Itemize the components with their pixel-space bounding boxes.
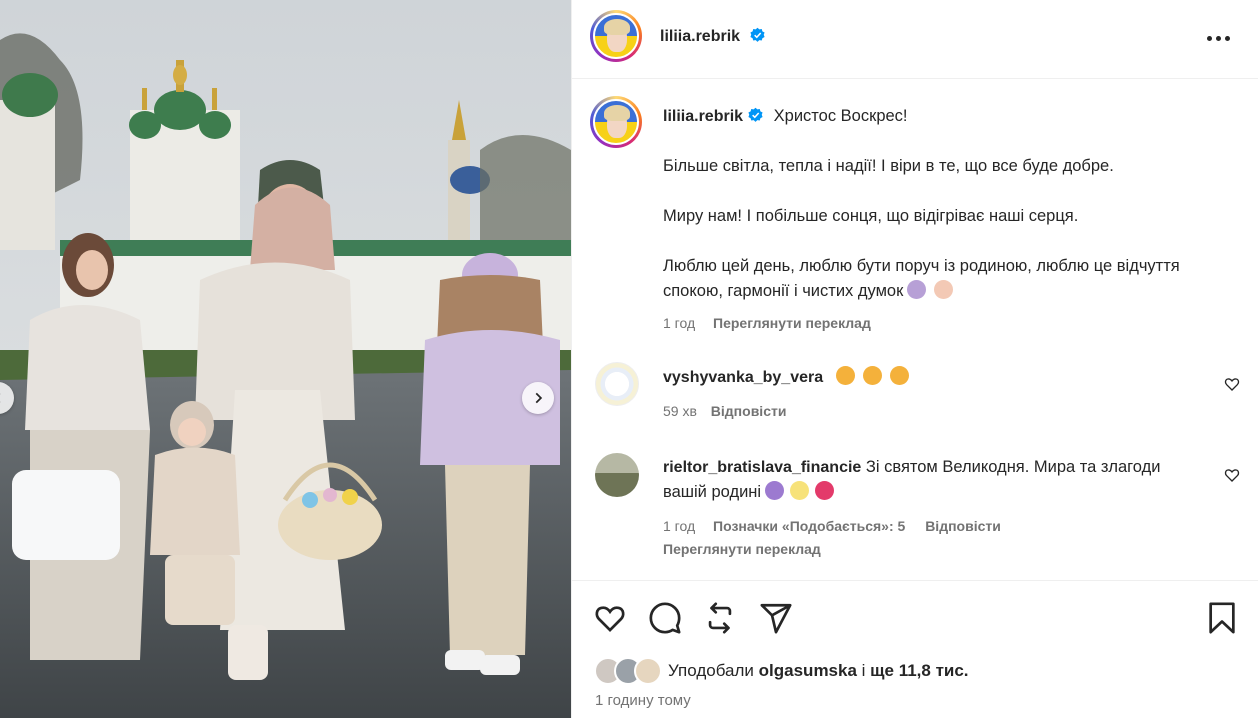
more-options-button[interactable] (1203, 26, 1233, 50)
caption-paragraph-2: Миру нам! І побільше сонця, що відігріва… (663, 207, 1079, 225)
likes-text: Уподобали olgasumska і ще 11,8 тис. (668, 661, 969, 681)
commenter-username[interactable]: rieltor_bratislava_financie (663, 459, 861, 476)
author-username[interactable]: liliia.rebrik (660, 28, 740, 45)
heart-icon (595, 606, 625, 632)
heart-eyes-emoji-icon (862, 366, 882, 385)
post-image (0, 0, 571, 718)
reply-button[interactable]: Відповісти (711, 403, 787, 419)
heart-eyes-emoji-icon (835, 366, 855, 385)
comment-time: 1 год (663, 518, 696, 534)
like-button[interactable] (593, 601, 627, 635)
next-photo-button[interactable] (522, 382, 554, 414)
heart-eyes-emoji-icon (889, 366, 909, 385)
more-options-icon (1206, 35, 1212, 41)
liker-avatar (634, 657, 662, 685)
repost-button[interactable] (703, 601, 737, 635)
verified-badge-icon (748, 107, 763, 122)
comments-section[interactable]: liliia.rebrik Христос Воскрес! Більше св… (572, 80, 1258, 580)
heart-hands-emoji-icon (934, 280, 954, 299)
author-name-wrap: liliia.rebrik (660, 27, 766, 46)
likes-summary[interactable]: Уподобали olgasumska і ще 11,8 тис. (594, 656, 969, 686)
likes-prefix: Уподобали (668, 661, 754, 680)
caption-username[interactable]: liliia.rebrik (663, 108, 743, 125)
comment-icon (649, 602, 681, 634)
comment-button[interactable] (648, 601, 682, 635)
likes-count[interactable]: ще 11,8 тис. (870, 661, 968, 680)
caption-time: 1 год (663, 315, 696, 331)
likes-middle: і (861, 661, 866, 680)
see-translation-link[interactable]: Переглянути переклад (663, 541, 821, 557)
save-button[interactable] (1205, 601, 1239, 635)
comment-time: 59 хв (663, 403, 697, 419)
like-comment-heart-icon[interactable] (1224, 467, 1240, 483)
commenter-avatar[interactable] (595, 453, 639, 497)
commenter-avatar[interactable] (595, 362, 639, 406)
liker-avatars (594, 657, 664, 685)
reply-button[interactable]: Відповісти (925, 518, 1001, 534)
caption-author-avatar[interactable] (590, 96, 642, 148)
post-timestamp[interactable]: 1 годину тому (595, 692, 691, 709)
repost-icon (708, 602, 732, 634)
instagram-post-view: liliia.rebrik liliia.rebrik Христос Воск… (0, 0, 1258, 718)
praying-hands-emoji-icon (907, 280, 927, 299)
comment-likes-count[interactable]: Позначки «Подобається»: 5 (713, 518, 905, 534)
bookmark-icon (1209, 602, 1235, 634)
post-details-panel: liliia.rebrik liliia.rebrik Христос Воск… (571, 0, 1258, 718)
liker-username[interactable]: olgasumska (759, 661, 857, 680)
chevron-left-icon (0, 393, 1, 403)
caption-paragraph-3-wrap: Люблю цей день, люблю бути поруч із роди… (663, 254, 1199, 304)
see-translation-link[interactable]: Переглянути переклад (713, 315, 871, 331)
comment-meta: 1 год Позначки «Подобається»: 5 Відповіс… (663, 516, 1199, 536)
praying-hands-emoji-icon (765, 481, 785, 500)
chevron-right-icon (535, 392, 543, 404)
like-comment-heart-icon[interactable] (1224, 376, 1240, 392)
verified-badge-icon (749, 27, 765, 42)
commenter-username[interactable]: vyshyvanka_by_vera (663, 369, 823, 386)
share-icon (760, 603, 792, 634)
comment-meta: 59 хв Відповісти (663, 401, 1199, 421)
caption-title: Христос Воскрес! (773, 107, 908, 125)
comment-body: vyshyvanka_by_vera 59 хв Відповісти (663, 365, 1199, 421)
caption-body: liliia.rebrik Христос Воскрес! Більше св… (663, 104, 1199, 333)
comment-translate-wrap: Переглянути переклад (663, 539, 1199, 559)
hatching-chick-emoji-icon (790, 481, 810, 500)
post-actions: Уподобали olgasumska і ще 11,8 тис. 1 го… (572, 580, 1258, 718)
comment-body: rieltor_bratislava_financie Зі святом Ве… (663, 455, 1199, 559)
post-photo[interactable] (0, 0, 571, 718)
share-button[interactable] (759, 601, 793, 635)
post-header: liliia.rebrik (572, 0, 1258, 79)
kiss-mark-emoji-icon (815, 481, 835, 500)
caption-paragraph-1: Більше світла, тепла і надії! І віри в т… (663, 157, 1114, 175)
caption-meta: 1 год Переглянути переклад (663, 313, 1199, 333)
author-avatar[interactable] (590, 10, 642, 62)
